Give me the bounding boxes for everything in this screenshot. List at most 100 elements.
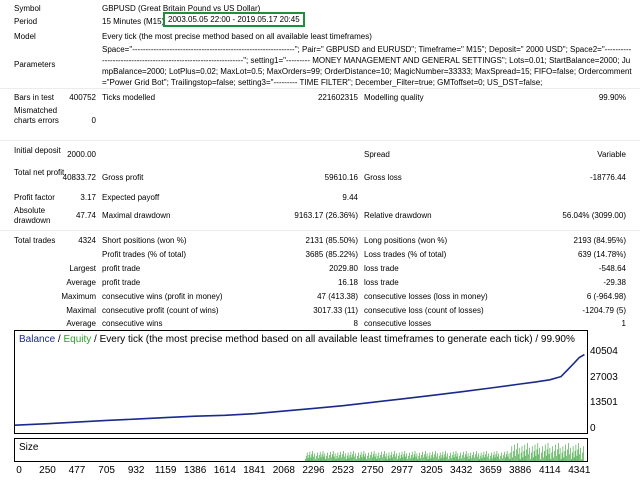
size-bar [497,456,499,461]
x-tick-label: 250 [39,465,56,476]
size-bar [503,455,504,461]
size-bar [362,454,364,461]
divider [0,88,640,89]
size-bar [556,455,557,461]
size-bar [454,454,456,461]
size-bar [513,451,514,461]
size-bar [398,452,400,461]
y-tick-label: 0 [590,423,596,434]
pf-label: Profit factor [14,193,55,202]
size-bar [445,451,446,461]
size-bar [391,451,393,461]
size-bar [451,458,452,461]
size-bar [420,458,421,461]
size-bar [372,454,374,461]
size-bar [354,456,355,461]
size-bar [573,457,575,461]
size-bar [404,451,406,461]
size-bar [366,459,367,461]
size-bar [357,455,358,461]
size-bar [342,454,343,461]
size-bar [380,455,381,461]
size-bar [349,455,351,461]
size-bar [572,446,574,461]
size-bar [460,452,461,461]
size-bar [552,446,553,461]
size-bar [487,456,488,461]
size-bar [537,443,539,461]
spread-label: Spread [364,150,390,159]
model-label: Model [14,32,36,41]
size-bar [383,454,384,461]
x-tick-label: 2750 [361,465,384,476]
size-bar [461,458,462,461]
size-bar [533,451,535,461]
size-bar [306,452,308,461]
maximal-profit-label: consecutive profit (count of wins) [102,306,219,315]
period-range: 2003.05.05 22:00 - 2019.05.17 20:45 [163,12,305,27]
size-bar [519,459,521,461]
size-bar [378,452,380,461]
size-bar [525,455,526,461]
max-wins-value: 47 (413.38) [317,292,358,301]
avg-wins-value: 8 [353,319,358,328]
size-bar [371,451,372,461]
size-bar [389,458,391,461]
size-bar [568,443,569,461]
size-bar [569,454,570,461]
model-value: Every tick (the most precise method base… [102,32,372,41]
size-bar [559,447,561,461]
size-bar [470,452,472,461]
size-bar [548,454,550,461]
size-bar [500,455,501,461]
size-bar [400,455,402,461]
mismatch-value: 0 [91,116,96,125]
bars-label: Bars in test [14,93,55,102]
spread-value: Variable [597,150,626,159]
largest-label: Largest [69,264,96,273]
grossloss-label: Gross loss [364,173,402,182]
size-bar [502,458,503,461]
grossprofit-label: Gross profit [102,173,144,182]
size-bar [526,449,527,461]
size-bar [442,451,444,461]
size-bar [384,451,385,461]
size-bar [450,452,451,461]
size-bar [545,455,547,461]
size-bar [539,447,540,461]
size-bar [542,446,543,461]
size-bar [504,451,505,461]
size-bar [434,454,435,461]
size-bar [320,457,322,461]
avg-wins-label: consecutive wins [102,319,163,328]
size-bar [541,452,542,461]
size-bar [566,455,567,461]
size-bar [313,456,314,461]
size-bar [311,454,313,461]
size-bar [432,451,433,461]
size-bar [328,458,329,461]
size-bar [455,451,457,461]
size-bar [323,456,325,461]
size-bar [467,453,469,461]
size-bar [361,457,363,461]
size-bar [332,451,334,461]
size-bar [562,446,564,461]
size-bar [437,453,438,461]
size-bar [307,458,309,461]
x-tick-label: 3432 [450,465,473,476]
size-bar [425,456,427,461]
size-bar [563,457,565,461]
size-bar [326,455,327,461]
size-bar [491,452,492,461]
maxdd-label: Maximal drawdown [102,211,171,220]
size-bar [388,452,390,461]
short-value: 2131 (85.50%) [305,236,358,245]
mismatch-label: Mismatched charts errors [14,106,59,125]
size-bar [405,456,406,461]
netprofit-value: 40833.72 [62,173,96,182]
size-bar [546,449,548,461]
size-bar [515,455,516,461]
legend-balance: Balance [19,334,56,345]
size-bar [393,454,394,461]
